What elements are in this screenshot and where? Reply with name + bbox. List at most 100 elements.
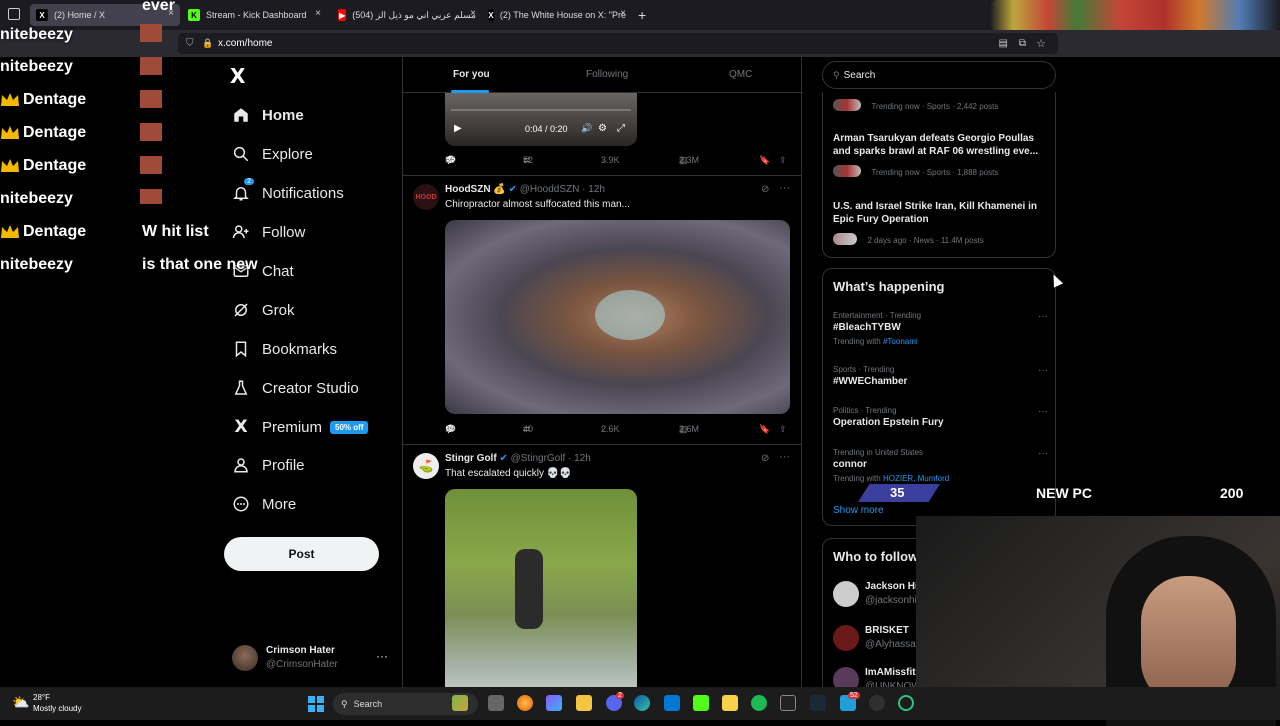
spotify-icon[interactable]	[751, 695, 767, 711]
close-icon[interactable]: ×	[315, 8, 321, 19]
close-icon[interactable]: ×	[470, 8, 476, 19]
close-icon[interactable]: ×	[620, 8, 626, 19]
bookmark-button[interactable]: 🔖	[759, 424, 770, 435]
more-icon[interactable]: ···	[1038, 365, 1048, 376]
more-icon[interactable]: ···	[779, 182, 790, 194]
show-more-link[interactable]: Show more	[833, 505, 884, 516]
tweet-handle[interactable]: @StingrGolf	[511, 453, 566, 464]
sidebar-item-more[interactable]: More	[220, 487, 296, 521]
sticker-sprites	[990, 0, 1280, 30]
app-ring-icon[interactable]	[898, 695, 914, 711]
tweet-video[interactable]	[445, 489, 637, 687]
tweet[interactable]: ⛳ Stingr Golf ✔ @StingrGolf · 12h ⊘ ··· …	[403, 445, 801, 687]
store-icon[interactable]	[664, 695, 680, 711]
edge-icon[interactable]	[634, 695, 650, 711]
tweet-text: Chiropractor almost suffocated this man.…	[445, 199, 630, 210]
tab-title: (2) The White House on X: "Pre	[499, 10, 626, 20]
more-icon[interactable]: ···	[1038, 448, 1048, 459]
obs-icon[interactable]	[869, 695, 885, 711]
chat-message: nitebeezy	[0, 52, 73, 82]
video-progress[interactable]	[451, 109, 631, 111]
account-handle: @CrimsonHater	[266, 659, 338, 670]
tab-youtube[interactable]: ▶ (504) مسلم عربي اني مو ذيل الز ×	[332, 4, 482, 26]
sidebar-item-bookmarks[interactable]: Bookmarks	[220, 332, 337, 366]
tab-for-you[interactable]: For you	[453, 69, 490, 80]
tab-whitehouse[interactable]: X (2) The White House on X: "Pre ×	[482, 4, 632, 26]
video-time: 0:04 / 0:20	[525, 124, 568, 134]
sticky-notes-icon[interactable]	[722, 695, 738, 711]
trend-item[interactable]: Trending in United States connor Trendin…	[833, 448, 1048, 483]
x-favicon-icon: X	[488, 9, 494, 21]
more-icon[interactable]: ···	[1038, 406, 1048, 417]
tweet-author[interactable]: Stingr Golf	[445, 453, 497, 464]
more-icon[interactable]: ···	[1038, 311, 1048, 322]
star-icon[interactable]: ☆	[1036, 37, 1046, 50]
tweet-time[interactable]: 12h	[588, 184, 605, 195]
tweet-header: Stingr Golf ✔ @StingrGolf · 12h	[445, 453, 591, 464]
more-icon[interactable]: ···	[779, 451, 790, 463]
video-player[interactable]: ▶ 0:04 / 0:20 🔊 ⚙ ⤢	[445, 93, 637, 146]
capcut-icon[interactable]	[780, 695, 796, 711]
weather-temp: 28°F	[33, 693, 50, 702]
share-button[interactable]: ⇪	[779, 155, 787, 166]
share-button[interactable]: ⇪	[779, 424, 787, 435]
sidebar-item-label: Grok	[262, 301, 295, 319]
weather-widget[interactable]: ⛅ 28°F Mostly cloudy	[12, 691, 122, 717]
sidebar-item-grok[interactable]: Grok	[220, 293, 295, 327]
trend-link[interactable]: #Toonami	[883, 337, 918, 346]
trend-item[interactable]: Sports · Trending #WWEChamber ···	[833, 365, 1048, 387]
trend-item[interactable]: Trending now · Sports · 2,442 posts	[833, 96, 1048, 114]
trend-item[interactable]: Entertainment · Trending #BleachTYBW Tre…	[833, 311, 1048, 346]
chat-message: nitebeezy	[0, 20, 73, 50]
tab-following[interactable]: Following	[586, 69, 628, 80]
task-view-icon[interactable]	[488, 695, 504, 711]
pip-icon[interactable]: ⧉	[1019, 38, 1026, 49]
post-button[interactable]: Post	[224, 537, 379, 571]
search-box[interactable]: ⚲ Search	[822, 61, 1056, 89]
more-icon[interactable]: ···	[376, 649, 388, 663]
windows-start-icon[interactable]	[308, 696, 324, 712]
chat-text: W hit list	[142, 223, 209, 240]
volume-icon[interactable]: 🔊	[581, 123, 592, 134]
sidebar-item-creator-studio[interactable]: Creator Studio	[220, 371, 359, 405]
app-icon[interactable]	[546, 695, 562, 711]
grok-icon[interactable]: ⊘	[761, 184, 769, 195]
kick-icon[interactable]	[693, 695, 709, 711]
overlay-word: ever	[142, 0, 175, 14]
app-icon[interactable]	[452, 695, 468, 711]
tweet-handle[interactable]: @HooddSZN	[520, 184, 580, 195]
tweet-author[interactable]: HoodSZN	[445, 184, 491, 195]
files-icon[interactable]	[576, 695, 592, 711]
play-icon[interactable]: ▶	[454, 123, 462, 134]
reader-icon[interactable]: ▤	[999, 38, 1008, 49]
account-switcher[interactable]: Crimson Hater @CrimsonHater ···	[230, 643, 395, 675]
sidebar-item-premium[interactable]: X Premium 50% off	[220, 410, 369, 444]
trend-item[interactable]: Arman Tsarukyan defeats Georgio Poullas …	[833, 132, 1048, 180]
sidebar-item-profile[interactable]: Profile	[220, 448, 305, 482]
trends-card: Trending now · Sports · 2,442 posts Arma…	[822, 92, 1056, 258]
trend-title: #WWEChamber	[833, 376, 908, 387]
youtube-favicon-icon: ▶	[338, 9, 347, 21]
tab-list-icon[interactable]	[8, 8, 20, 20]
bookmark-icon	[232, 340, 250, 358]
settings-icon[interactable]: ⚙	[598, 123, 607, 134]
weather-desc: Mostly cloudy	[33, 704, 82, 713]
avatar	[232, 645, 258, 671]
steam-icon[interactable]	[810, 695, 826, 711]
like-count: 3.9K	[601, 155, 620, 165]
tweet[interactable]: HOOD HoodSZN 💰 ✔ @HooddSZN · 12h ⊘ ··· C…	[403, 176, 801, 444]
bookmark-button[interactable]: 🔖	[759, 155, 770, 166]
grok-icon[interactable]: ⊘	[761, 453, 769, 464]
trend-item[interactable]: Politics · Trending Operation Epstein Fu…	[833, 406, 1048, 428]
follow-name: ImAMissfit	[865, 667, 916, 678]
tweet-image[interactable]	[445, 220, 790, 414]
chat-message: Dentage	[0, 118, 86, 148]
avatar[interactable]: HOOD	[413, 184, 439, 210]
trend-item[interactable]: U.S. and Israel Strike Iran, Kill Khamen…	[833, 200, 1048, 248]
fullscreen-icon[interactable]: ⤢	[617, 123, 625, 134]
tab-qmc[interactable]: QMC	[729, 69, 752, 80]
new-tab-button[interactable]: +	[638, 7, 646, 23]
firefox-icon[interactable]	[517, 695, 533, 711]
tweet-time[interactable]: 12h	[574, 453, 591, 464]
avatar[interactable]: ⛳	[413, 453, 439, 479]
